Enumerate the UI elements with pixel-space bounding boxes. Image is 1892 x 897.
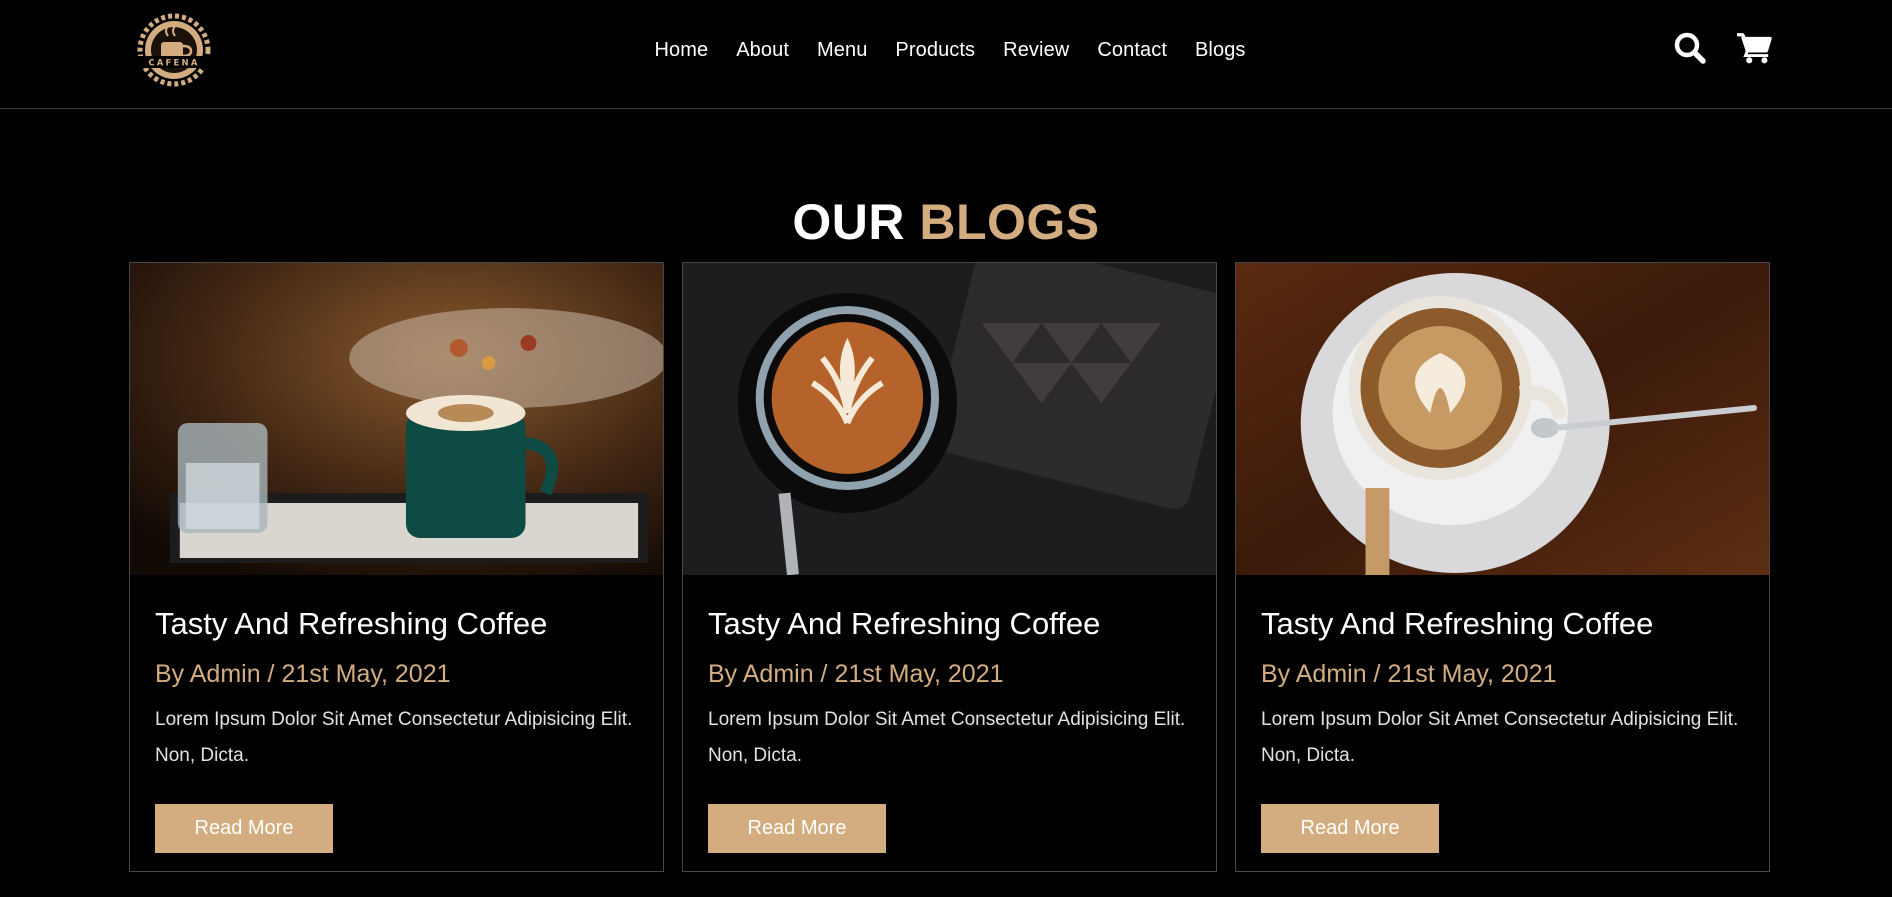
blog-title: Tasty And Refreshing Coffee — [1261, 606, 1654, 641]
read-more-button[interactable]: Read More — [155, 804, 333, 853]
blog-card-body: Tasty And Refreshing Coffee By Admin / 2… — [1236, 604, 1769, 853]
blog-image-latte-art-top-view — [683, 263, 1216, 575]
cart-button[interactable] — [1736, 30, 1772, 66]
blog-card-body: Tasty And Refreshing Coffee By Admin / 2… — [130, 604, 663, 853]
blog-meta: By Admin / 21st May, 2021 — [155, 660, 451, 688]
search-icon — [1674, 32, 1706, 64]
blog-meta: By Admin / 21st May, 2021 — [1261, 660, 1557, 688]
section-title-main: OUR — [792, 193, 905, 250]
search-button[interactable] — [1672, 30, 1708, 66]
blog-image-coffee-cup-with-glass — [130, 263, 663, 575]
blog-card: Tasty And Refreshing Coffee By Admin / 2… — [129, 262, 664, 872]
main-navigation: Home About Menu Products Review Contact … — [0, 0, 1892, 100]
blog-excerpt: Lorem Ipsum Dolor Sit Amet Consectetur A… — [155, 709, 633, 766]
blog-card-body: Tasty And Refreshing Coffee By Admin / 2… — [683, 604, 1216, 853]
read-more-button[interactable]: Read More — [708, 804, 886, 853]
blog-title: Tasty And Refreshing Coffee — [155, 606, 548, 641]
blog-meta: By Admin / 21st May, 2021 — [708, 660, 1004, 688]
nav-blogs[interactable]: Blogs — [1195, 39, 1246, 62]
blog-cards: Tasty And Refreshing Coffee By Admin / 2… — [129, 262, 1771, 872]
nav-review[interactable]: Review — [1003, 39, 1069, 62]
header-actions — [1672, 30, 1772, 66]
nav-home[interactable]: Home — [654, 39, 708, 62]
section-title-accent: BLOGS — [919, 193, 1100, 250]
site-header: CAFENA Home About Menu Products Review C… — [0, 0, 1892, 109]
blog-card: Tasty And Refreshing Coffee By Admin / 2… — [682, 262, 1217, 872]
nav-contact[interactable]: Contact — [1097, 39, 1167, 62]
section-title: OUR BLOGS — [0, 189, 1892, 255]
blog-card: Tasty And Refreshing Coffee By Admin / 2… — [1235, 262, 1770, 872]
blog-excerpt: Lorem Ipsum Dolor Sit Amet Consectetur A… — [1261, 709, 1739, 766]
nav-about[interactable]: About — [736, 39, 789, 62]
read-more-button[interactable]: Read More — [1261, 804, 1439, 853]
blog-title: Tasty And Refreshing Coffee — [708, 606, 1101, 641]
cart-icon — [1736, 33, 1772, 64]
blog-excerpt: Lorem Ipsum Dolor Sit Amet Consectetur A… — [708, 709, 1186, 766]
nav-menu[interactable]: Menu — [817, 39, 867, 62]
nav-products[interactable]: Products — [895, 39, 975, 62]
blog-image-cappuccino-on-saucer — [1236, 263, 1769, 575]
